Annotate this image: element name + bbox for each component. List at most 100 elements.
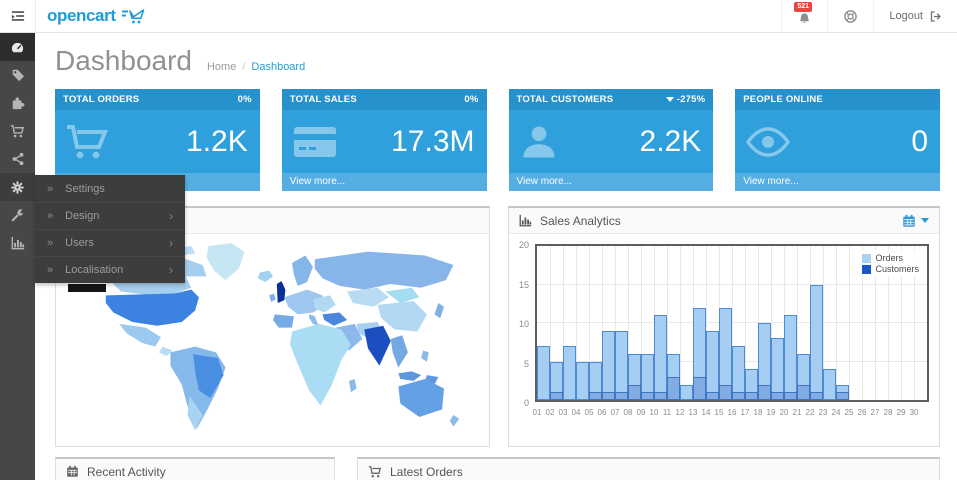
chart-bar-orders xyxy=(706,331,719,400)
x-tick-label: 12 xyxy=(676,408,685,417)
view-more-link[interactable]: View more... xyxy=(282,173,487,191)
recent-activity-title: Recent Activity xyxy=(87,465,166,479)
chart-bar-orders xyxy=(615,331,628,400)
x-tick-label: 30 xyxy=(910,408,919,417)
x-tick-label: 05 xyxy=(585,408,594,417)
bar-chart-icon xyxy=(519,214,532,227)
x-tick-label: 29 xyxy=(897,408,906,417)
flyout-item-settings[interactable]: » Settings xyxy=(35,175,185,202)
chart-bar-customers xyxy=(589,392,602,400)
menu-toggle-button[interactable] xyxy=(0,0,36,32)
x-tick-label: 07 xyxy=(611,408,620,417)
flyout-item-label: Users xyxy=(65,237,94,249)
flyout-item-users[interactable]: » Users › xyxy=(35,229,185,256)
flyout-item-design[interactable]: » Design › xyxy=(35,202,185,229)
tile-total-sales: TOTAL SALES 0% 17.3M View more... xyxy=(282,89,487,191)
x-tick-label: 17 xyxy=(741,408,750,417)
sidebar-item-sales[interactable] xyxy=(0,117,35,145)
legend-label: Customers xyxy=(875,264,919,274)
legend-entry: Orders xyxy=(862,253,919,263)
opencart-logo[interactable]: opencart xyxy=(47,0,145,32)
notification-badge: 521 xyxy=(794,2,812,12)
chart-legend: OrdersCustomers xyxy=(859,250,922,277)
tile-value: 2.2K xyxy=(640,127,702,157)
latest-orders-title: Latest Orders xyxy=(390,465,463,479)
x-tick-label: 27 xyxy=(871,408,880,417)
eye-icon xyxy=(745,126,791,158)
x-tick-label: 08 xyxy=(624,408,633,417)
x-tick-label: 25 xyxy=(845,408,854,417)
panels-row: Sales Analytics 0510152 xyxy=(55,206,940,447)
chart-bar-orders xyxy=(680,385,693,400)
top-navbar: opencart 521 Logout xyxy=(0,0,957,33)
x-tick-label: 10 xyxy=(650,408,659,417)
sidebar-item-marketing[interactable] xyxy=(0,145,35,173)
y-tick-label: 0 xyxy=(524,398,529,408)
gear-icon xyxy=(10,180,25,195)
x-tick-label: 11 xyxy=(663,408,671,417)
x-tick-label: 13 xyxy=(689,408,698,417)
gridline-vertical xyxy=(836,246,837,400)
bell-icon xyxy=(797,12,812,27)
chart-bar-orders xyxy=(654,315,667,400)
chart-bar-orders xyxy=(810,285,823,401)
x-tick-label: 22 xyxy=(806,408,815,417)
sidebar-item-extensions[interactable] xyxy=(0,89,35,117)
breadcrumb-home[interactable]: Home xyxy=(207,61,236,73)
flyout-item-label: Settings xyxy=(65,183,105,195)
chart-bar-customers xyxy=(693,377,706,400)
bottom-panels-row: Recent Activity Latest Orders xyxy=(55,457,940,480)
puzzle-piece-icon xyxy=(11,96,25,110)
sales-analytics-title: Sales Analytics xyxy=(540,214,621,228)
system-flyout-menu: » Settings » Design › » Users › » Locali… xyxy=(35,175,185,283)
double-angle-icon: » xyxy=(47,210,53,222)
sign-out-icon xyxy=(929,10,942,23)
chart-bar-customers xyxy=(836,392,849,400)
date-range-dropdown[interactable] xyxy=(902,214,929,228)
gridline-horizontal xyxy=(537,284,927,285)
view-more-link[interactable]: View more... xyxy=(509,173,714,191)
sidebar-item-system[interactable] xyxy=(0,173,35,201)
chart-bar-customers xyxy=(784,392,797,400)
sidebar-item-tools[interactable] xyxy=(0,201,35,229)
x-tick-label: 16 xyxy=(728,408,737,417)
tag-icon xyxy=(11,68,25,82)
caret-down-icon xyxy=(921,218,929,223)
logout-button[interactable]: Logout xyxy=(873,0,957,32)
tile-label: TOTAL ORDERS xyxy=(63,94,139,105)
latest-orders-header: Latest Orders xyxy=(358,459,939,480)
sidebar-item-dashboard[interactable] xyxy=(0,33,35,61)
sidebar-nav xyxy=(0,33,35,480)
x-tick-label: 28 xyxy=(884,408,893,417)
breadcrumb-separator: / xyxy=(242,61,245,73)
breadcrumb-current[interactable]: Dashboard xyxy=(251,61,305,73)
caret-down-icon xyxy=(666,97,674,102)
double-angle-icon: » xyxy=(47,264,53,276)
sales-chart: 05101520 OrdersCustomers 010203040506070… xyxy=(509,234,939,446)
recent-activity-panel: Recent Activity xyxy=(55,457,335,480)
sidebar-item-catalog[interactable] xyxy=(0,61,35,89)
x-tick-label: 26 xyxy=(858,408,867,417)
chart-bar-customers xyxy=(771,392,784,400)
chart-bar-customers xyxy=(615,392,628,400)
legend-entry: Customers xyxy=(862,264,919,274)
chart-bar-orders xyxy=(537,346,550,400)
chart-bar-customers xyxy=(550,392,563,400)
share-icon xyxy=(11,152,25,166)
calendar-icon xyxy=(66,465,79,478)
notifications-button[interactable]: 521 xyxy=(781,0,827,32)
tile-total-customers: TOTAL CUSTOMERS -275% 2.2K View more... xyxy=(509,89,714,191)
calendar-icon xyxy=(902,214,916,228)
chart-bar-customers xyxy=(719,385,732,400)
latest-orders-panel: Latest Orders xyxy=(357,457,940,480)
tile-people-online: PEOPLE ONLINE 0 View more... xyxy=(735,89,940,191)
sales-analytics-header: Sales Analytics xyxy=(509,208,939,234)
sidebar-item-reports[interactable] xyxy=(0,229,35,257)
chart-bar-customers xyxy=(641,392,654,400)
storefront-button[interactable] xyxy=(827,0,873,32)
flyout-item-label: Localisation xyxy=(65,264,123,276)
gridline-vertical xyxy=(849,246,850,400)
flyout-item-localisation[interactable]: » Localisation › xyxy=(35,256,185,283)
view-more-link[interactable]: View more... xyxy=(735,173,940,191)
page-header: Dashboard Home / Dashboard xyxy=(55,45,940,77)
